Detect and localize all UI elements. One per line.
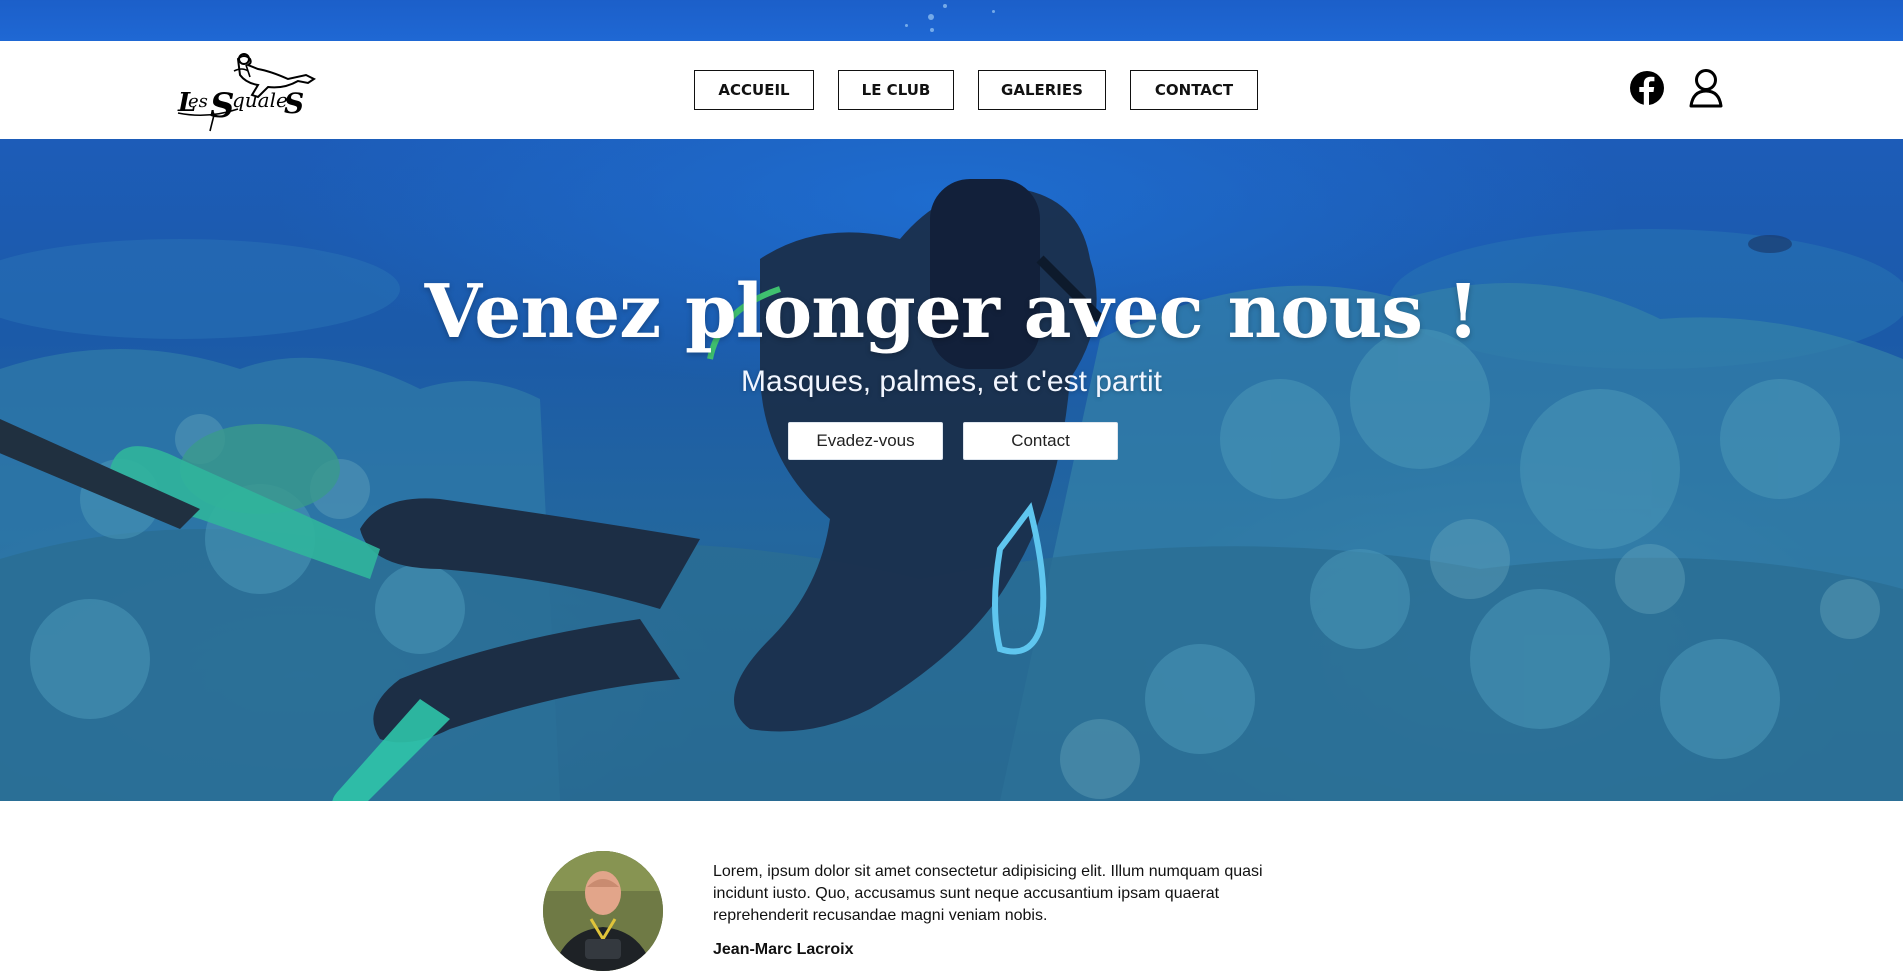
about-section: Lorem, ipsum dolor sit amet consectetur … [0, 801, 1903, 971]
svg-text:es: es [188, 91, 208, 112]
hero-title: Venez plonger avec nous ! [424, 269, 1480, 355]
nav-galeries-button[interactable]: GALERIES [978, 70, 1106, 110]
svg-text:quale: quale [232, 88, 288, 112]
nav-contact-button[interactable]: CONTACT [1130, 70, 1258, 110]
hero-subtitle: Masques, palmes, et c'est partit [741, 365, 1162, 398]
hero-section: Venez plonger avec nous ! Masques, palme… [0, 139, 1903, 801]
site-header: L es S quale S ACCUEIL LE CLUB GALERIES … [0, 41, 1903, 139]
about-description: Lorem, ipsum dolor sit amet consectetur … [713, 863, 1263, 924]
evadez-vous-button[interactable]: Evadez-vous [788, 422, 943, 460]
nav-le-club-button[interactable]: LE CLUB [838, 70, 954, 110]
member-avatar [543, 851, 663, 971]
user-account-icon[interactable] [1688, 68, 1724, 108]
diver-portrait-image [543, 851, 663, 971]
squales-logo-icon: L es S quale S [177, 53, 316, 132]
nav-accueil-button[interactable]: ACCUEIL [694, 70, 814, 110]
top-banner-strip [0, 0, 1903, 41]
svg-text:S: S [210, 86, 235, 126]
facebook-icon[interactable] [1629, 70, 1665, 106]
main-nav: ACCUEIL LE CLUB GALERIES CONTACT [694, 70, 1258, 110]
hero-cta-group: Evadez-vous Contact [788, 422, 1118, 460]
member-name: Jean-Marc Lacroix [713, 941, 854, 958]
svg-text:S: S [284, 87, 304, 120]
hero-background-diver-image [0, 179, 1903, 801]
hero-contact-button[interactable]: Contact [963, 422, 1118, 460]
site-logo[interactable]: L es S quale S [176, 51, 326, 133]
